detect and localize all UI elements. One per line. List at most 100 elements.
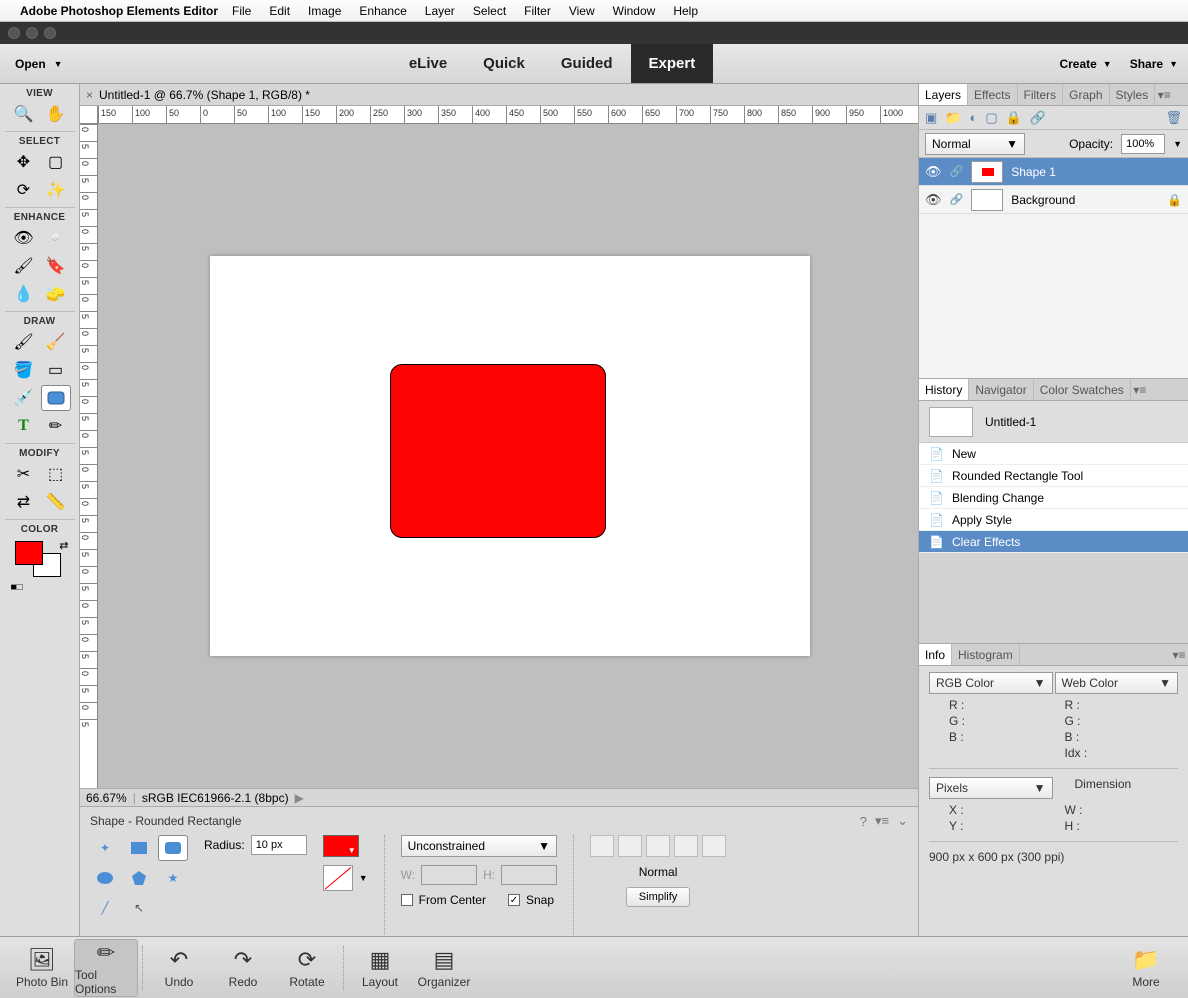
- bottom-rotate-button[interactable]: ⟳Rotate: [275, 947, 339, 989]
- new-layer-icon[interactable]: ▣: [925, 110, 937, 126]
- from-center-checkbox[interactable]: [401, 894, 413, 906]
- layer-thumbnail[interactable]: [971, 161, 1003, 183]
- canvas-area[interactable]: 1501005005010015020025030035040045050055…: [80, 106, 918, 788]
- open-button[interactable]: Open▼: [15, 57, 63, 71]
- gradient-tool-icon[interactable]: ▭: [41, 357, 71, 383]
- new-shape-layer-icon[interactable]: [590, 835, 614, 857]
- menu-window[interactable]: Window: [613, 4, 656, 18]
- shape-polygon-icon[interactable]: [124, 865, 154, 891]
- panel-menu-icon[interactable]: ▾≡: [1131, 379, 1149, 400]
- lock-layer-icon[interactable]: 🔒: [1006, 110, 1022, 126]
- link-icon[interactable]: 🔗: [950, 193, 964, 206]
- bottom-organizer-button[interactable]: ▤Organizer: [412, 947, 476, 989]
- default-colors-icon[interactable]: ■□: [11, 582, 23, 593]
- layer-row[interactable]: 👁 🔗 Background 🔒: [919, 186, 1188, 214]
- blend-mode-dropdown[interactable]: Normal▼: [925, 133, 1025, 155]
- shape-tool-icon[interactable]: [41, 385, 71, 411]
- layer-mask-icon[interactable]: ▢: [985, 110, 997, 126]
- subtract-shape-icon[interactable]: [646, 835, 670, 857]
- bottom-layout-button[interactable]: ▦Layout: [348, 947, 412, 989]
- panel-menu-icon[interactable]: ▾≡: [1155, 84, 1173, 105]
- adjustment-layer-icon[interactable]: ◐: [969, 110, 977, 125]
- eraser-tool-icon[interactable]: 🧹: [41, 329, 71, 355]
- redeye-tool-icon[interactable]: 👁: [9, 225, 39, 251]
- delete-layer-icon[interactable]: 🗑: [1165, 110, 1182, 126]
- bottom-more-button[interactable]: 📁More: [1114, 947, 1178, 989]
- panel-menu-icon[interactable]: ▾≡: [1170, 644, 1188, 665]
- color-swatch[interactable]: ⇄ ■□: [15, 541, 65, 581]
- blur-tool-icon[interactable]: 💧: [9, 281, 39, 307]
- traffic-max-icon[interactable]: [44, 27, 56, 39]
- fill-color-button[interactable]: ▼: [323, 835, 359, 857]
- link-layers-icon[interactable]: 🔗: [1030, 110, 1046, 126]
- menu-filter[interactable]: Filter: [524, 4, 551, 18]
- tab-navigator[interactable]: Navigator: [969, 379, 1033, 400]
- healing-tool-icon[interactable]: 🩹: [41, 225, 71, 251]
- opacity-input[interactable]: [1121, 134, 1165, 154]
- bottom-undo-button[interactable]: ↶Undo: [147, 947, 211, 989]
- tab-histogram[interactable]: Histogram: [952, 644, 1020, 665]
- clone-stamp-tool-icon[interactable]: 🔖: [41, 253, 71, 279]
- rgb-mode-dropdown[interactable]: RGB Color▼: [929, 672, 1053, 694]
- menu-image[interactable]: Image: [308, 4, 341, 18]
- constrain-dropdown[interactable]: Unconstrained▼: [401, 835, 557, 857]
- simplify-button[interactable]: Simplify: [626, 887, 691, 907]
- brush-tool-icon[interactable]: 🖌: [9, 329, 39, 355]
- eye-icon[interactable]: 👁: [925, 164, 942, 180]
- history-item[interactable]: 📄New: [919, 443, 1188, 465]
- traffic-close-icon[interactable]: [8, 27, 20, 39]
- pencil-tool-icon[interactable]: ✏: [41, 413, 71, 439]
- shape-ellipse-icon[interactable]: [90, 865, 120, 891]
- help-icon[interactable]: ?: [860, 814, 867, 829]
- lasso-tool-icon[interactable]: ⟳: [9, 177, 39, 203]
- history-item[interactable]: 📄Rounded Rectangle Tool: [919, 465, 1188, 487]
- mode-quick[interactable]: Quick: [465, 44, 543, 83]
- move-tool-icon[interactable]: ✥: [9, 149, 39, 175]
- swap-colors-icon[interactable]: ⇄: [59, 539, 68, 552]
- layer-row[interactable]: 👁 🔗 Shape 1: [919, 158, 1188, 186]
- document-tab[interactable]: × Untitled-1 @ 66.7% (Shape 1, RGB/8) *: [80, 84, 918, 106]
- menu-file[interactable]: File: [232, 4, 251, 18]
- tab-styles[interactable]: Styles: [1110, 84, 1156, 105]
- sponge-tool-icon[interactable]: 🧽: [41, 281, 71, 307]
- bottom-redo-button[interactable]: ↷Redo: [211, 947, 275, 989]
- layer-thumbnail[interactable]: [971, 189, 1003, 211]
- mode-elive[interactable]: eLive: [391, 44, 465, 83]
- bottom-tool-options-button[interactable]: ✏Tool Options: [74, 939, 138, 997]
- menu-help[interactable]: Help: [673, 4, 698, 18]
- menu-enhance[interactable]: Enhance: [359, 4, 406, 18]
- eye-icon[interactable]: 👁: [925, 192, 942, 208]
- bottom-photo-bin-button[interactable]: 🖼Photo Bin: [10, 947, 74, 989]
- history-item[interactable]: 📄Apply Style: [919, 509, 1188, 531]
- paint-bucket-tool-icon[interactable]: 🪣: [9, 357, 39, 383]
- tab-info[interactable]: Info: [919, 644, 952, 665]
- menu-layer[interactable]: Layer: [425, 4, 455, 18]
- recompose-tool-icon[interactable]: ⬚: [41, 461, 71, 487]
- create-button[interactable]: Create▼: [1059, 57, 1111, 71]
- shape-selection-icon[interactable]: ↖: [124, 895, 154, 921]
- menu-view[interactable]: View: [569, 4, 595, 18]
- magic-wand-tool-icon[interactable]: ✨: [41, 177, 71, 203]
- zoom-level[interactable]: 66.67%: [86, 791, 127, 805]
- eyedropper-tool-icon[interactable]: 💉: [9, 385, 39, 411]
- traffic-min-icon[interactable]: [26, 27, 38, 39]
- content-aware-tool-icon[interactable]: ⇄: [9, 489, 39, 515]
- shape-line-icon[interactable]: ╱: [90, 895, 120, 921]
- shape-rectangle-icon[interactable]: [124, 835, 154, 861]
- tab-layers[interactable]: Layers: [919, 84, 968, 105]
- smart-brush-tool-icon[interactable]: 🖌: [9, 253, 39, 279]
- hand-tool-icon[interactable]: ✋: [41, 101, 71, 127]
- history-item[interactable]: 📄Blending Change: [919, 487, 1188, 509]
- shape-star-icon[interactable]: ★: [158, 865, 188, 891]
- status-arrow-icon[interactable]: ▶: [295, 791, 304, 805]
- share-button[interactable]: Share▼: [1130, 57, 1178, 71]
- units-dropdown[interactable]: Pixels▼: [929, 777, 1053, 799]
- link-icon[interactable]: 🔗: [950, 165, 964, 178]
- menu-edit[interactable]: Edit: [269, 4, 290, 18]
- collapse-icon[interactable]: ⌄: [897, 813, 908, 829]
- exclude-shape-icon[interactable]: [702, 835, 726, 857]
- new-group-icon[interactable]: 📁: [945, 110, 961, 126]
- tab-swatches[interactable]: Color Swatches: [1034, 379, 1131, 400]
- web-mode-dropdown[interactable]: Web Color▼: [1055, 672, 1179, 694]
- history-item[interactable]: 📄Clear Effects: [919, 531, 1188, 553]
